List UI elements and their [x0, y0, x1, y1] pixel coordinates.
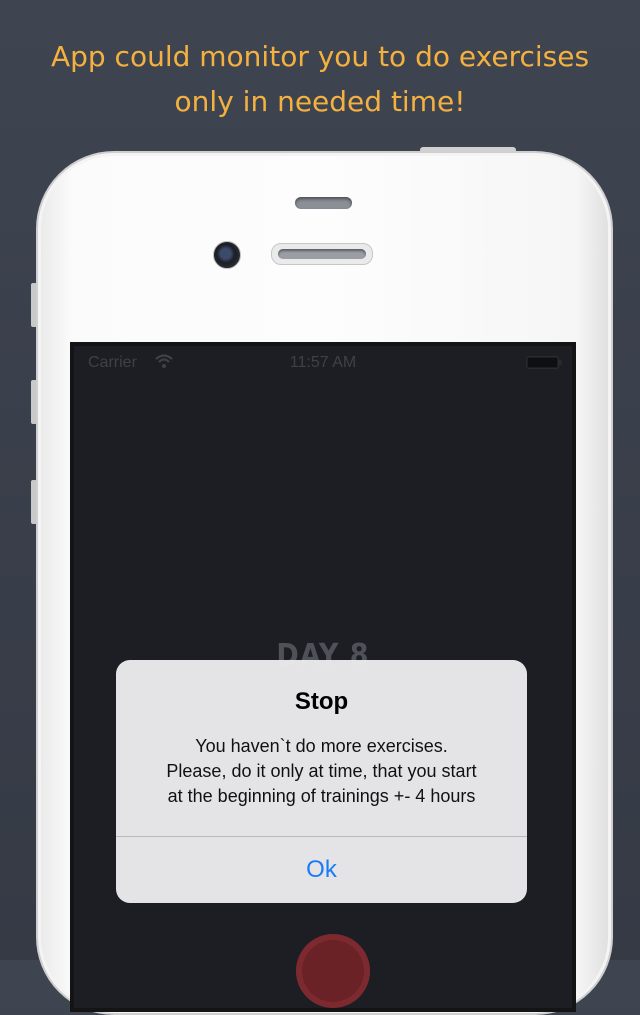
status-time: 11:57 AM [289, 354, 357, 371]
headline-line-2: only in needed time! [174, 85, 466, 118]
alert-dialog: Stop You haven`t do more exercises. Plea… [116, 660, 527, 903]
alert-title: Stop [294, 688, 349, 715]
alert-ok-button[interactable]: Ok [116, 837, 527, 903]
front-camera-icon [213, 241, 241, 269]
alert-message-line-2: Please, do it only at time, that you sta… [166, 761, 477, 781]
headline-line-1: App could monitor you to do exercises [50, 40, 590, 73]
alert-message-line-1: You haven`t do more exercises. [195, 736, 448, 756]
start-exercise-button[interactable] [296, 934, 370, 1008]
alert-message-line-3: at the beginning of trainings +- 4 hours [167, 786, 476, 806]
battery-icon [526, 356, 562, 369]
earpiece-speaker [271, 243, 373, 265]
proximity-sensor [295, 197, 352, 209]
status-bar: Carrier 11:57 AM [74, 346, 572, 380]
alert-message: You haven`t do more exercises. Please, d… [116, 734, 527, 809]
promo-headline: App could monitor you to do exercises on… [0, 34, 640, 124]
